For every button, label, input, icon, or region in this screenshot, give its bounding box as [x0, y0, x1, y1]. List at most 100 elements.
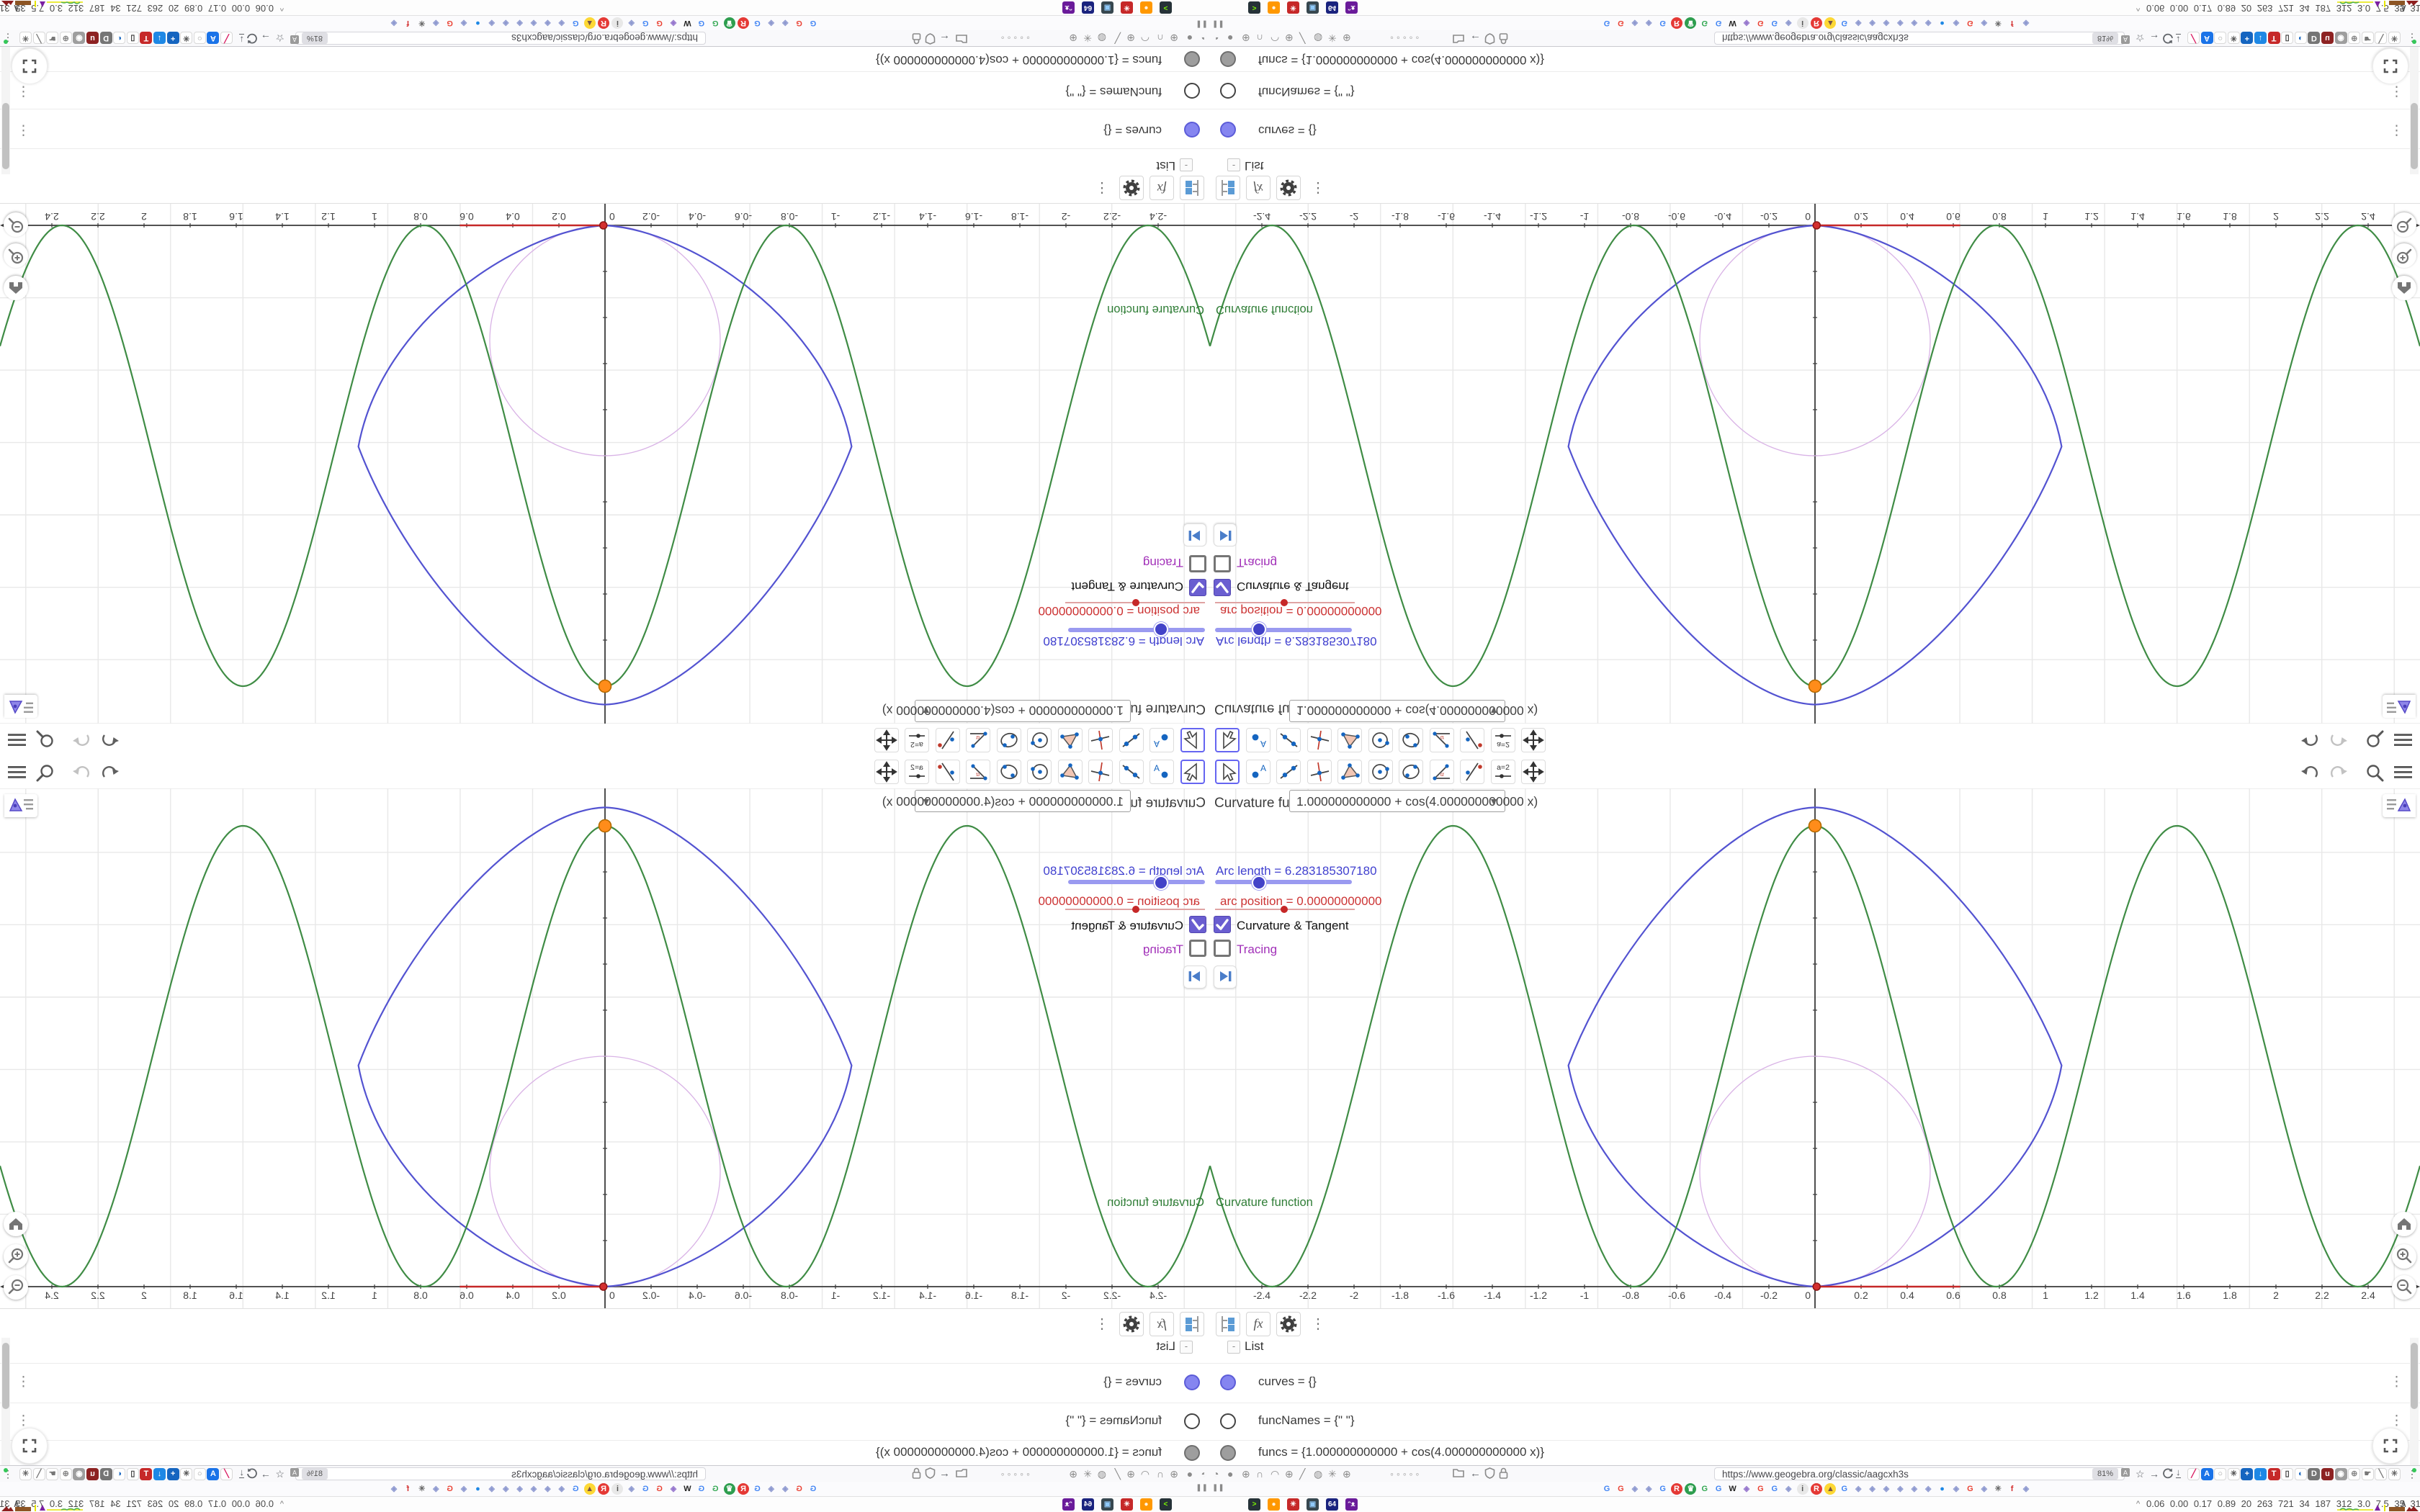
pinned-extension-icon[interactable]: ⊕ — [1170, 1467, 1178, 1480]
collapse-list-button[interactable]: - — [1180, 158, 1193, 171]
bookmark-favicon[interactable]: ● — [1937, 17, 1948, 29]
tool-button-line-tool-icon[interactable] — [1276, 728, 1301, 752]
monitor-launcher-icon[interactable]: ▣ — [1307, 1498, 1319, 1511]
scrollbar-thumb[interactable] — [2, 1343, 9, 1409]
tool-button-polygon-tool-icon[interactable] — [1058, 760, 1083, 784]
arc-position-slider-handle[interactable] — [1132, 906, 1139, 913]
trash-extension-icon[interactable]: ▯ — [2281, 1467, 2294, 1480]
undo-icon[interactable] — [99, 729, 121, 750]
bookmark-favicon[interactable]: ◈ — [458, 1483, 470, 1495]
function-dropdown[interactable]: 1.000000000000 + cos(4.000000000000 x) ▼ — [882, 700, 1131, 722]
globe-gray-extension-icon[interactable]: ⊕ — [59, 1467, 72, 1480]
bookmark-favicon[interactable]: G — [807, 17, 819, 29]
tool-button-conic-tool-icon[interactable] — [1399, 728, 1423, 752]
row-kebab-icon[interactable]: ⋮ — [17, 1413, 30, 1429]
bookmark-favicon[interactable]: ◈ — [1852, 17, 1864, 29]
bookmark-favicon[interactable]: ◈ — [626, 17, 637, 29]
tool-button-polygon-tool-icon[interactable] — [1337, 728, 1362, 752]
gear2-extension-icon[interactable]: ✳ — [2388, 32, 2401, 45]
pinned-extension-icon[interactable]: ◍ — [1098, 1467, 1106, 1480]
bookmark-favicon[interactable]: G — [1601, 17, 1613, 29]
pinned-extension-icon[interactable]: ╱ — [1115, 32, 1121, 45]
algebra-row-text[interactable]: curves = {} — [1258, 123, 1317, 138]
redo-icon[interactable] — [71, 762, 92, 783]
pinned-extension-icon[interactable]: ╱ — [1115, 1467, 1121, 1480]
arc-position-slider[interactable] — [1215, 906, 1355, 913]
graphics-view[interactable]: -2.4 -2.2 -2 -1.8 -1.6 -1.4 -1.2 -1 -0.8 -0.6 -0.4… — [1210, 204, 2420, 724]
function-dropdown[interactable]: 1.000000000000 + cos(4.000000000000 x) ▼ — [882, 790, 1131, 812]
translate-extension-icon[interactable]: A — [2200, 1467, 2213, 1480]
bookmark-favicon[interactable]: f — [2007, 17, 2018, 29]
tree-view-icon[interactable] — [1216, 176, 1240, 200]
bookmark-favicon[interactable]: ◈ — [486, 17, 498, 29]
object-visibility-marble[interactable] — [1184, 122, 1200, 138]
firefox-launcher-icon[interactable]: ● — [1140, 1498, 1152, 1511]
bookmark-favicon[interactable]: W — [1727, 17, 1739, 29]
bookmark-star-icon[interactable]: ☆ — [275, 32, 284, 45]
mouse-extension-icon[interactable]: ○ — [2214, 1467, 2227, 1480]
bookmark-favicon[interactable]: ◈ — [1881, 17, 1892, 29]
lock-icon[interactable] — [1498, 33, 1509, 45]
translate-extension-icon[interactable]: A — [207, 32, 220, 45]
globe-extension-icon[interactable]: ◐ — [2294, 32, 2307, 45]
arc-position-slider[interactable] — [1065, 906, 1205, 913]
globe-extension-icon[interactable]: ◐ — [2294, 1467, 2307, 1480]
algebra-row-text[interactable]: funcNames = {" "} — [1258, 1413, 1355, 1428]
bookmark-favicon[interactable]: ◈ — [1643, 1483, 1654, 1495]
tray-chevron-icon[interactable]: ∧ — [13, 1498, 20, 1510]
bookmark-favicon[interactable]: G — [654, 1483, 666, 1495]
tcp-extension-icon[interactable]: T — [2267, 1467, 2280, 1480]
zoom-level-badge[interactable]: 81% — [2092, 1468, 2118, 1480]
marker-extension-icon[interactable]: ╱ — [2187, 32, 2200, 45]
arc-position-slider[interactable] — [1215, 599, 1355, 606]
terminal-launcher-icon[interactable]: > — [1160, 1498, 1172, 1511]
gear-icon[interactable] — [1119, 176, 1144, 200]
object-visibility-marble[interactable] — [1220, 122, 1236, 138]
graphics-view[interactable]: -2.4 -2.2 -2 -1.8 -1.6 -1.4 -1.2 -1 -0.8 -0.6 -0.4… — [1210, 788, 2420, 1308]
row-kebab-icon[interactable]: ⋮ — [17, 1374, 30, 1390]
folder-icon[interactable] — [956, 35, 967, 45]
mouse-extension-icon[interactable]: ○ — [193, 32, 206, 45]
home-icon[interactable] — [2392, 276, 2416, 300]
tool-button-reflect-tool-icon[interactable] — [1460, 728, 1484, 752]
reload-icon[interactable] — [2162, 1467, 2174, 1479]
tracing-checkbox[interactable] — [1214, 940, 1231, 957]
bookmark-favicon[interactable]: ◈ — [1950, 1483, 1962, 1495]
curvature-tangent-checkbox[interactable] — [1214, 916, 1231, 933]
play-pause-button[interactable] — [1214, 523, 1237, 546]
monitor-launcher-icon[interactable]: ▣ — [1101, 1, 1113, 14]
shield-d-extension-icon[interactable]: D — [2308, 1467, 2321, 1480]
tool-button-cursor-tool-icon[interactable] — [1215, 728, 1240, 752]
fx-button[interactable]: fx — [1150, 1312, 1174, 1336]
tool-button-slider-tool-icon[interactable]: a=2 — [905, 760, 930, 784]
bookmark-favicon[interactable]: ◈ — [2020, 17, 2032, 29]
tcp-extension-icon[interactable]: T — [140, 32, 153, 45]
pinned-extension-icon[interactable]: ⊕ — [1126, 1467, 1135, 1480]
bookmark-favicon[interactable]: ✳ — [416, 17, 428, 29]
bookmark-favicon[interactable]: ◈ — [528, 17, 539, 29]
redo-icon[interactable] — [71, 729, 92, 750]
object-visibility-marble[interactable] — [1184, 1445, 1200, 1461]
marker-extension-icon[interactable]: ╱ — [2187, 1467, 2200, 1480]
tool-button-conic-tool-icon[interactable] — [1399, 760, 1423, 784]
bookmark-favicon[interactable]: G — [1713, 17, 1724, 29]
bookmark-favicon[interactable]: ◈ — [1867, 17, 1878, 29]
panel-toggle-tab[interactable] — [4, 794, 37, 817]
pinned-extension-icon[interactable]: ╱ — [1299, 1467, 1305, 1480]
floppy-launcher-icon[interactable]: 64 — [1326, 1, 1338, 14]
tcp-extension-icon[interactable]: T — [2267, 32, 2280, 45]
back-icon[interactable]: ← — [939, 1467, 950, 1480]
tool-button-line-tool-icon[interactable] — [1119, 760, 1144, 784]
back-icon[interactable]: ← — [939, 32, 950, 45]
cat-launcher-icon[interactable]: ᵔᴥ — [1345, 1498, 1358, 1511]
arc-length-slider-handle[interactable] — [1252, 622, 1266, 636]
shield-down-extension-icon[interactable]: ↓ — [153, 32, 166, 45]
bookmark-favicon[interactable]: f — [2007, 1483, 2018, 1495]
algebra-row-text[interactable]: funcs = {1.000000000000 + cos(4.00000000… — [876, 1445, 1162, 1459]
shield-down-extension-icon[interactable]: ↓ — [2254, 1467, 2267, 1480]
gear-icon[interactable] — [1119, 1312, 1144, 1336]
bookmark-favicon[interactable]: G — [654, 17, 666, 29]
scrollbar-thumb[interactable] — [2411, 1343, 2418, 1409]
bookmark-favicon[interactable]: G — [1699, 1483, 1711, 1495]
algebra-row-text[interactable]: curves = {} — [1103, 123, 1162, 138]
